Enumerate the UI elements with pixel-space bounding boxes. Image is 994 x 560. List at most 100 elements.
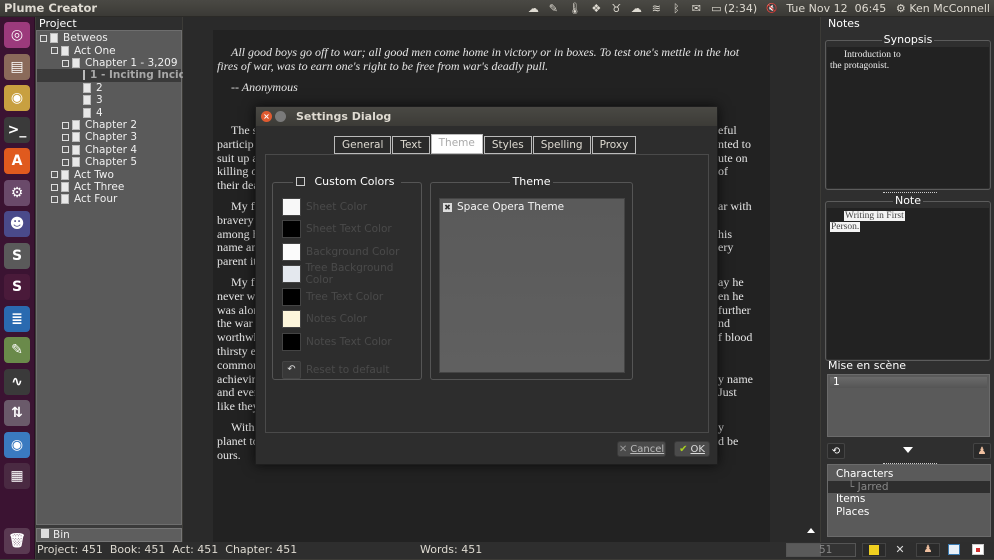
- notes-icon[interactable]: ✎: [548, 2, 559, 15]
- tree-item-scene[interactable]: 3: [37, 94, 181, 107]
- launcher-plume-creator-icon[interactable]: ✎: [4, 337, 30, 363]
- color-swatch-button[interactable]: [282, 265, 301, 283]
- launcher-scrivener-icon[interactable]: S: [4, 274, 30, 300]
- tree-item-scene[interactable]: 4: [37, 106, 181, 119]
- bin-item[interactable]: Bin: [36, 528, 182, 542]
- cloud-sync-icon[interactable]: ☁: [528, 2, 539, 15]
- launcher-workspace-switcher-icon[interactable]: ▦: [4, 463, 30, 489]
- cancel-button[interactable]: ✕ Cancel: [617, 441, 666, 457]
- launcher-update-manager-icon[interactable]: ⇅: [4, 400, 30, 426]
- expand-toggle-icon[interactable]: [51, 47, 58, 55]
- word-counts: Project: 451 Book: 451 Act: 451 Chapter:…: [37, 543, 298, 556]
- reset-button[interactable]: ↶: [282, 360, 301, 379]
- edit-scene-button[interactable]: ⟲: [827, 443, 845, 459]
- tree-item-scene[interactable]: 1 - Inciting Incid...: [37, 69, 198, 82]
- tab-spelling[interactable]: Spelling: [532, 136, 591, 154]
- tree-item-act[interactable]: Act One: [37, 44, 181, 57]
- launcher-files-icon[interactable]: ▤: [4, 53, 30, 80]
- launcher-system-settings-icon[interactable]: ⚙: [4, 179, 30, 206]
- character-button[interactable]: ♟: [916, 543, 940, 557]
- tab-general[interactable]: General: [334, 136, 392, 154]
- cat-icon[interactable]: ♉: [611, 2, 622, 15]
- battery-icon[interactable]: ▭: [711, 2, 722, 15]
- launcher-chrome-icon[interactable]: ◉: [4, 85, 30, 111]
- mail-icon[interactable]: ✉: [691, 2, 702, 15]
- volume-muted-icon[interactable]: 🔇: [766, 4, 777, 14]
- minimize-icon[interactable]: [275, 111, 286, 122]
- power-gear-icon[interactable]: ⚙: [895, 2, 906, 15]
- tab-text[interactable]: Text: [392, 136, 430, 154]
- color-swatch-button[interactable]: [282, 197, 301, 216]
- synopsis-editor[interactable]: Introduction to the protagonist.: [827, 47, 989, 188]
- color-swatch-button[interactable]: [282, 332, 301, 351]
- close-icon[interactable]: ×: [261, 111, 272, 122]
- tab-proxy[interactable]: Proxy: [591, 136, 637, 154]
- theme-list[interactable]: ✖ Space Opera Theme: [439, 198, 625, 373]
- launcher-trash-icon[interactable]: 🗑: [4, 528, 30, 554]
- tree-item-book[interactable]: Betweos: [37, 32, 181, 45]
- collapse-up-icon[interactable]: [807, 528, 815, 533]
- theme-item[interactable]: ✖ Space Opera Theme: [440, 199, 624, 215]
- color-swatch-button[interactable]: [282, 220, 301, 238]
- theme-checkbox-checked[interactable]: ✖: [443, 202, 452, 212]
- ok-button[interactable]: ✔ OK: [674, 441, 710, 457]
- mise-en-scene-tree[interactable]: Characters └ Jarred Items Places: [827, 464, 991, 537]
- launcher-terminal-icon[interactable]: >_: [4, 116, 30, 143]
- tree-item-act[interactable]: Act Four: [37, 193, 181, 206]
- launcher-ubuntu-dash-icon[interactable]: ◎: [4, 22, 30, 48]
- tree-item-chapter[interactable]: Chapter 3: [37, 131, 181, 144]
- tree-item-chapter[interactable]: Chapter 4: [37, 144, 181, 157]
- launcher-sublime-text-icon[interactable]: S: [4, 242, 30, 269]
- tab-theme[interactable]: Theme: [430, 134, 483, 154]
- clock[interactable]: Tue Nov 12 06:45: [786, 2, 886, 15]
- add-character-button[interactable]: ♟: [973, 443, 991, 459]
- color-swatch-button[interactable]: [282, 310, 301, 328]
- mise-tree-item[interactable]: Characters: [828, 468, 990, 481]
- tree-item-act[interactable]: Act Three: [37, 181, 181, 194]
- expand-toggle-icon[interactable]: [62, 146, 69, 154]
- expand-toggle-icon[interactable]: [62, 133, 69, 141]
- dropdown-arrow-icon[interactable]: [903, 447, 913, 453]
- tree-item-chapter[interactable]: Chapter 1 - 3,209: [37, 57, 181, 70]
- fullscreen-button[interactable]: [972, 544, 984, 555]
- word-target-field[interactable]: 51: [786, 543, 856, 557]
- project-tree[interactable]: Betweos Act One Chapter 1 - 3,209 1 - Incit…: [36, 30, 198, 525]
- user-name[interactable]: Ken McConnell: [909, 2, 990, 15]
- expand-toggle-icon[interactable]: [62, 158, 69, 166]
- launcher-robot-app-icon[interactable]: ☻: [4, 211, 30, 237]
- launcher-libreoffice-writer-icon[interactable]: ≣: [4, 305, 30, 332]
- tree-item-act[interactable]: Act Two: [37, 168, 181, 181]
- mise-tree-item[interactable]: Places: [828, 506, 990, 519]
- thermometer-icon[interactable]: 🌡: [568, 2, 582, 15]
- color-swatch-button[interactable]: [282, 287, 301, 306]
- expand-toggle-icon[interactable]: [40, 34, 47, 42]
- fullscreen-edit-button[interactable]: [862, 543, 886, 557]
- tools-button[interactable]: ✕: [892, 542, 908, 558]
- custom-colors-checkbox[interactable]: [296, 177, 306, 186]
- launcher-chromium-icon[interactable]: ◉: [4, 431, 30, 458]
- color-swatch-button[interactable]: [282, 242, 301, 261]
- launcher-software-center-icon[interactable]: A: [4, 148, 30, 174]
- cloud-icon[interactable]: ☁: [631, 2, 642, 15]
- expand-toggle-icon[interactable]: [51, 183, 58, 191]
- expand-toggle-icon[interactable]: [62, 121, 69, 129]
- battery-time[interactable]: (2:34): [724, 2, 757, 15]
- mise-tree-item[interactable]: └ Jarred: [828, 480, 990, 493]
- launcher-system-monitor-icon[interactable]: ∿: [4, 368, 30, 395]
- tab-styles[interactable]: Styles: [483, 136, 532, 154]
- tree-item-chapter[interactable]: Chapter 5: [37, 156, 181, 169]
- expand-toggle-icon[interactable]: [62, 59, 69, 67]
- tree-item-scene[interactable]: 2: [37, 82, 181, 95]
- note-editor[interactable]: Writing in First Person.: [827, 208, 989, 359]
- bluetooth-icon[interactable]: ᛒ: [671, 2, 682, 15]
- mise-list-item[interactable]: 1: [830, 377, 987, 388]
- expand-toggle-icon[interactable]: [51, 195, 58, 203]
- layout-button[interactable]: [948, 544, 960, 555]
- editor-text[interactable]: All good boys go off to war; all good me…: [217, 45, 752, 106]
- dropbox-icon[interactable]: ❖: [591, 2, 602, 15]
- wifi-icon[interactable]: ≋: [651, 2, 662, 15]
- expand-toggle-icon[interactable]: [51, 171, 58, 179]
- tree-item-chapter[interactable]: Chapter 2: [37, 119, 181, 132]
- mise-en-scene-list[interactable]: 1: [827, 374, 990, 437]
- mise-tree-item[interactable]: Items: [828, 493, 990, 506]
